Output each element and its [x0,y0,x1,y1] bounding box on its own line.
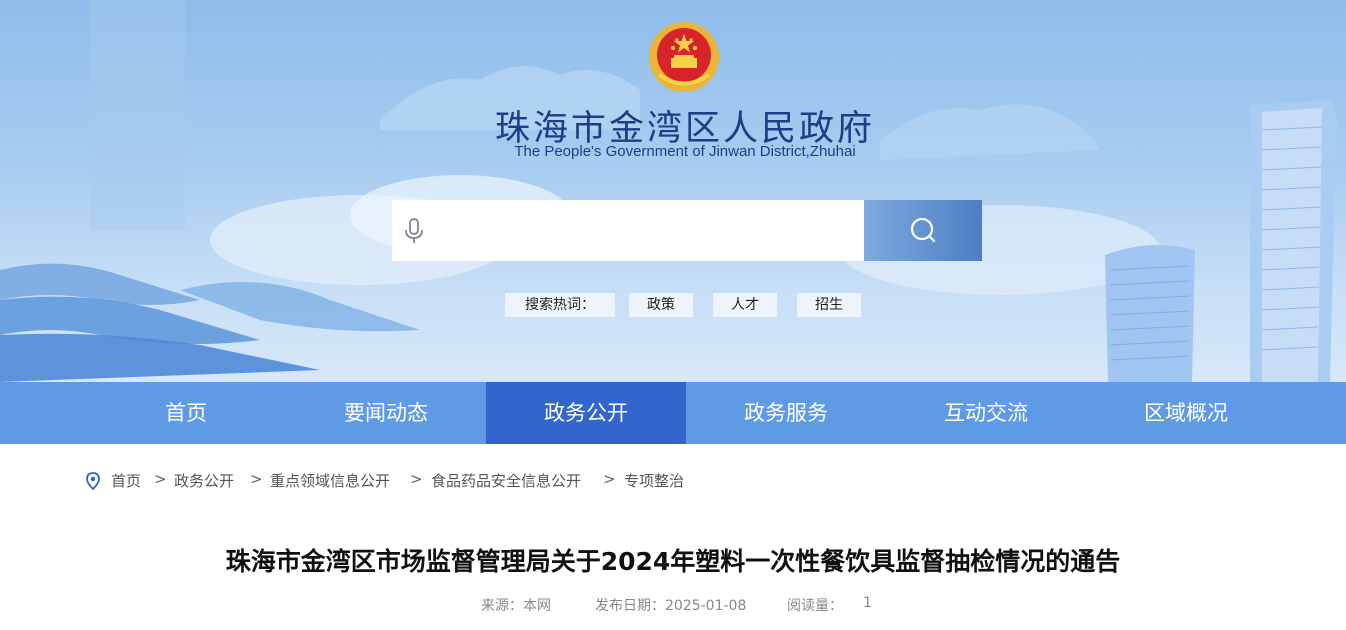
breadcrumb-item-home[interactable]: 首页 [111,470,141,491]
nav-item-gov-affairs-public[interactable]: 政务公开 [486,382,686,444]
location-pin-icon [86,472,100,490]
breadcrumb-separator: > [410,470,423,488]
national-emblem-icon [649,22,719,92]
article-views-count: 1 [863,595,872,611]
search-input[interactable] [436,210,850,252]
article-source: 来源：本网 [481,598,551,614]
search-button[interactable] [864,200,982,261]
search-icon [910,217,936,243]
article-views-label: 阅读量： [787,598,843,614]
hot-words-label: 搜索热词： [505,293,615,317]
nav-item-interaction[interactable]: 互动交流 [886,382,1086,444]
article-title: 珠海市金湾区市场监督管理局关于2024年塑料一次性餐饮具监督抽检情况的通告 [225,547,1121,576]
breadcrumb-separator: > [603,470,616,488]
article-publish-date: 发布日期：2025-01-08 [595,598,747,614]
main-nav: 首页 要闻动态 政务公开 政务服务 互动交流 区域概况 [0,382,1346,444]
site-subtitle: The People's Government of Jinwan Distri… [514,143,856,160]
nav-item-region-overview[interactable]: 区域概况 [1086,382,1286,444]
search-box [392,200,864,261]
breadcrumb-separator: > [250,470,263,488]
header-banner: 珠海市金湾区人民政府 The People's Government of Ji… [0,0,1346,382]
microphone-icon[interactable] [402,217,426,245]
breadcrumb-separator: > [154,470,167,488]
breadcrumb-item-special-rectification[interactable]: 专项整治 [624,470,684,491]
breadcrumb-item-key-areas[interactable]: 重点领域信息公开 [270,470,390,491]
nav-item-gov-services[interactable]: 政务服务 [686,382,886,444]
nav-item-news[interactable]: 要闻动态 [286,382,486,444]
breadcrumb-item-food-drug-safety[interactable]: 食品药品安全信息公开 [431,470,581,491]
hot-word-item[interactable]: 人才 [713,293,777,317]
breadcrumb-item-gov-affairs-public[interactable]: 政务公开 [174,470,234,491]
hot-word-item[interactable]: 政策 [629,293,693,317]
hot-word-item[interactable]: 招生 [797,293,861,317]
nav-item-home[interactable]: 首页 [86,382,286,444]
